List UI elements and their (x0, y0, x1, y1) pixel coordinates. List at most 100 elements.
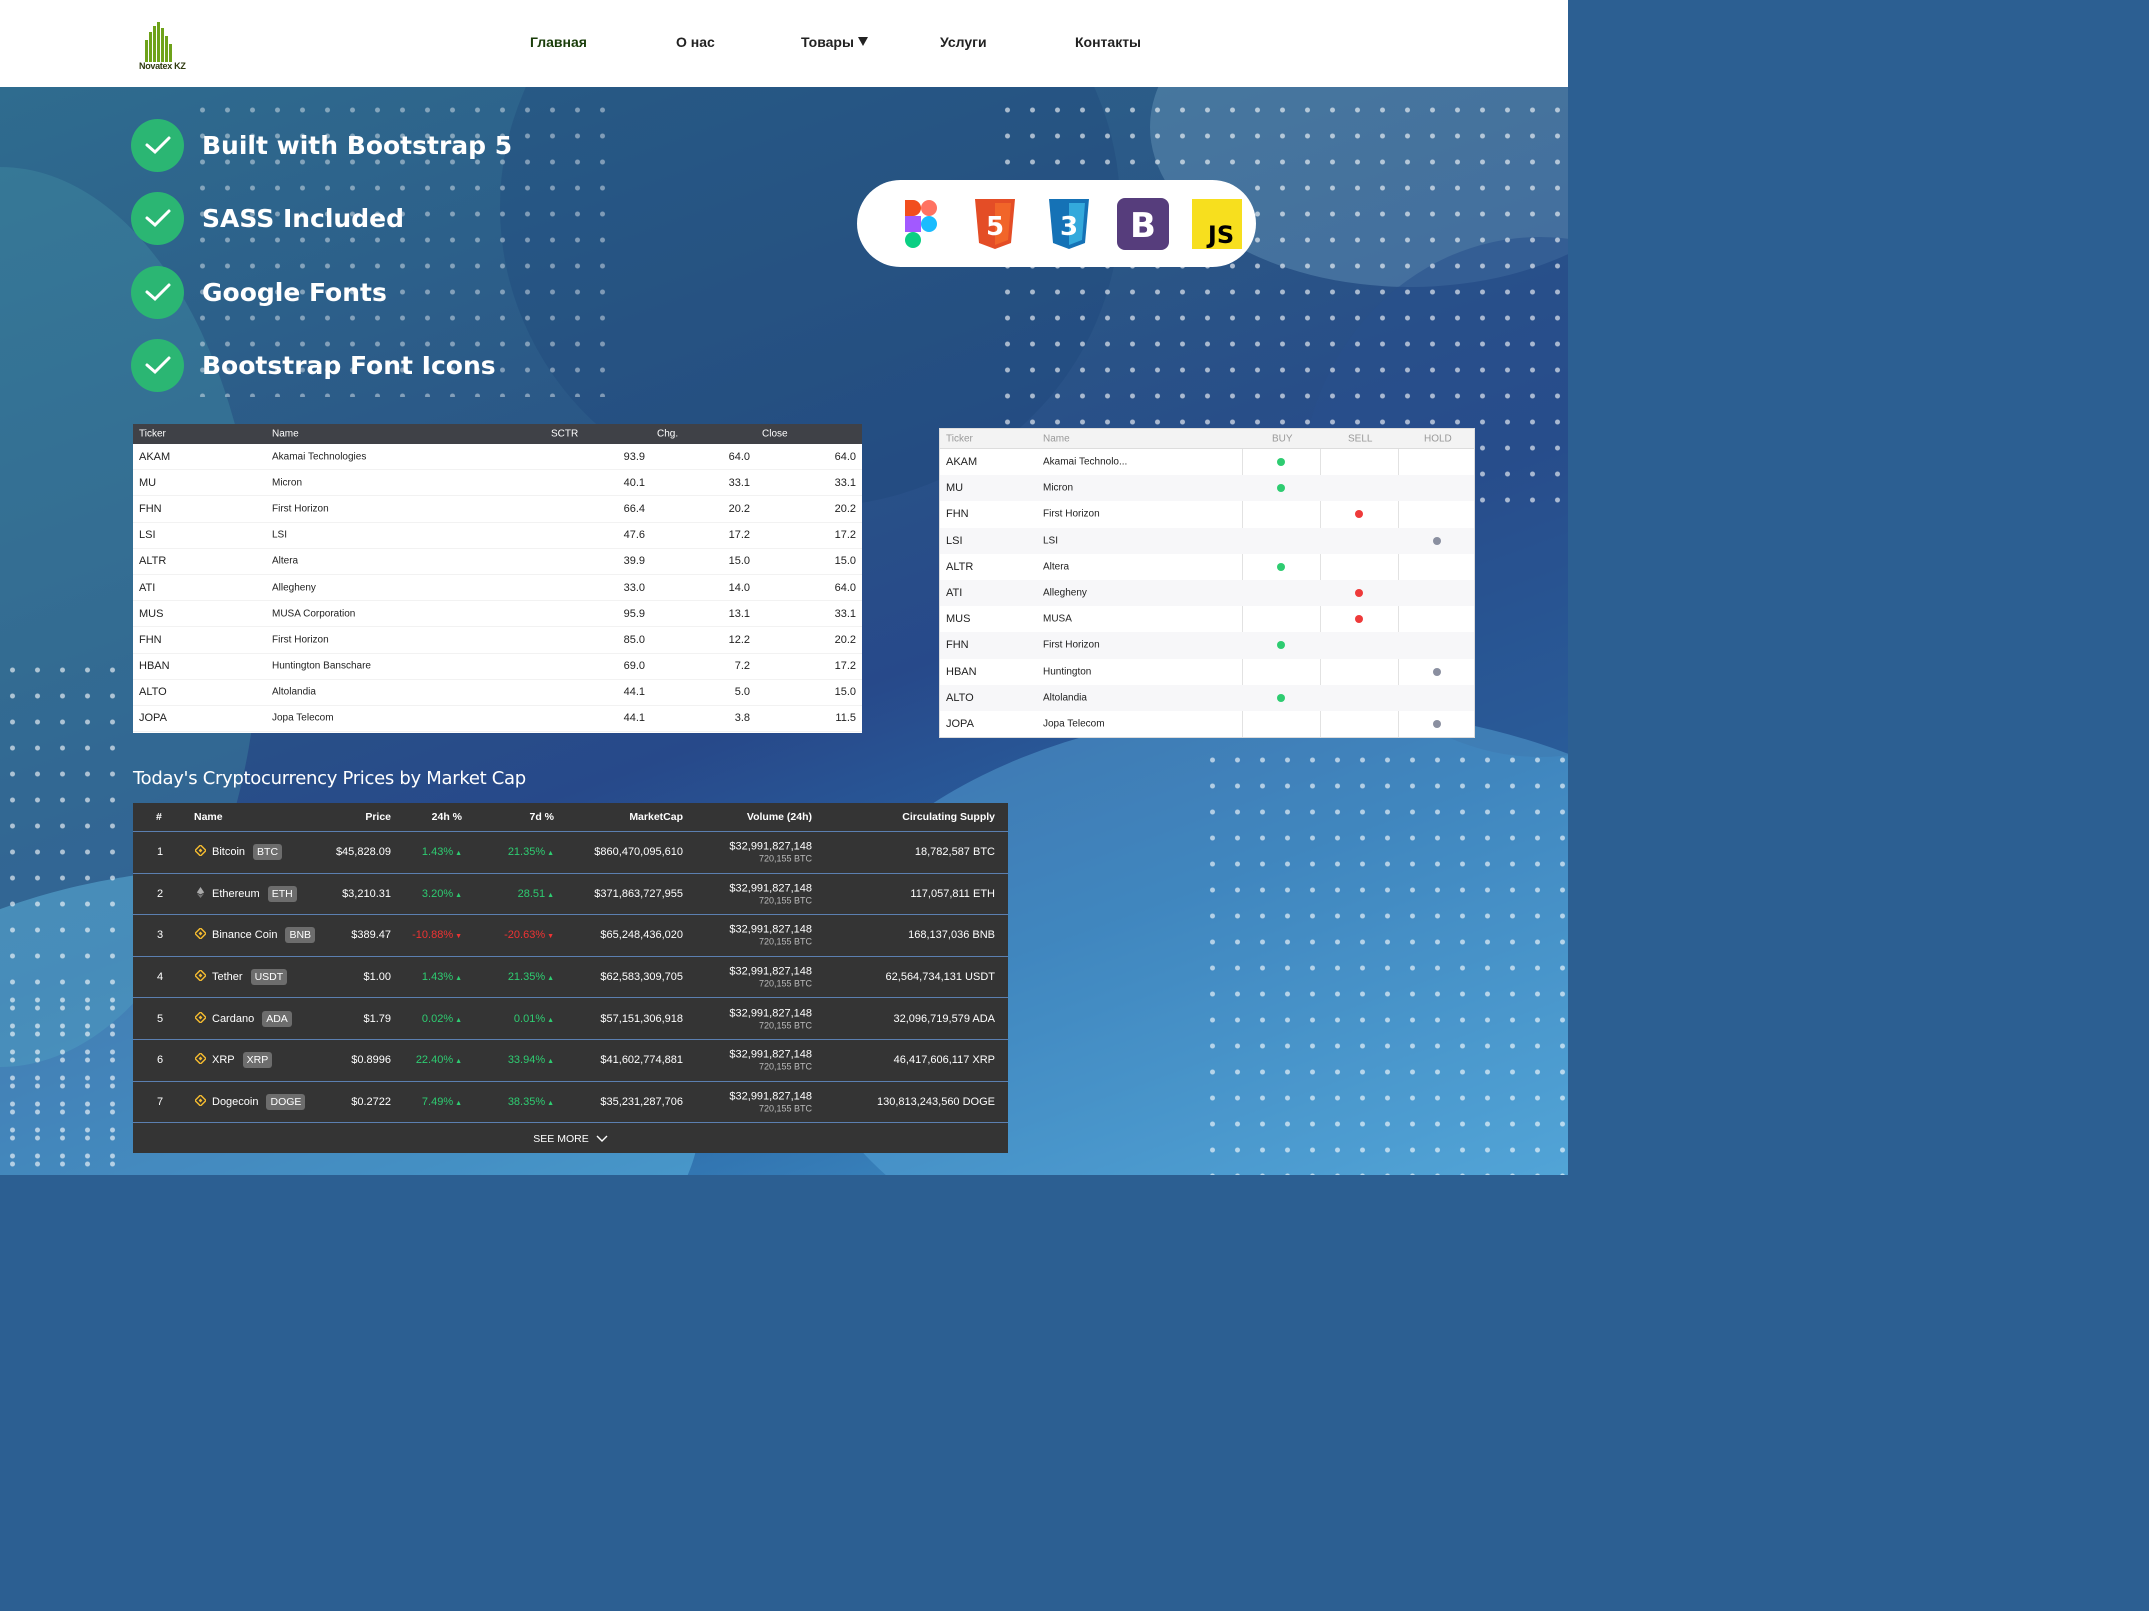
price-cell: $389.47 (351, 929, 391, 942)
col-supply[interactable]: Circulating Supply (902, 811, 995, 823)
col-ticker[interactable]: Ticker (946, 433, 973, 444)
crypto-row[interactable]: 2 Ethereum ETH $3,210.31 3.20% ▲ 28.51 ▲ $371,… (133, 874, 1008, 916)
table-row[interactable]: JOPA Jopa Telecom 44.1 3.8 11.5 (133, 706, 862, 733)
table-row[interactable]: MUS MUSA (940, 606, 1474, 632)
table-row[interactable]: FHN First Horizon (940, 632, 1474, 659)
table-row[interactable]: HBAN Huntington (940, 659, 1474, 685)
table-row[interactable]: MU Micron (940, 475, 1474, 502)
volume-usd: $32,991,827,148 (729, 923, 812, 936)
chg-cell: 17.2 (728, 529, 750, 542)
coin-name-cell[interactable]: Ethereum ETH (195, 885, 297, 902)
sctr-cell: 66.4 (623, 502, 645, 515)
crypto-row[interactable]: 4 Tether USDT $1.00 1.43% ▲ 21.35% ▲ $62,583,3… (133, 957, 1008, 999)
price-cell: $0.8996 (351, 1054, 391, 1067)
col-sell[interactable]: SELL (1348, 433, 1372, 444)
signal-table-header: Ticker Name BUY SELL HOLD (940, 429, 1474, 449)
crypto-row[interactable]: 7 Dogecoin DOGE $0.2722 7.49% ▲ 38.35% ▲ $35,2… (133, 1082, 1008, 1124)
crypto-row[interactable]: 5 Cardano ADA $1.79 0.02% ▲ 0.01% ▲ $57,151,30… (133, 998, 1008, 1040)
col-ticker[interactable]: Ticker (139, 429, 166, 440)
col-name[interactable]: Name (272, 429, 299, 440)
sctr-cell: 33.0 (623, 581, 645, 594)
nav-about[interactable]: О нас (676, 34, 715, 50)
col-marketcap[interactable]: MarketCap (629, 811, 683, 823)
nav-products[interactable]: Товары (801, 34, 868, 50)
signal-table: Ticker Name BUY SELL HOLD AKAM Akamai Tec… (939, 428, 1475, 738)
feature-label: SASS Included (202, 203, 404, 233)
table-row[interactable]: FHN First Horizon (940, 501, 1474, 527)
coin-name-cell[interactable]: Cardano ADA (195, 1010, 292, 1027)
css3-icon: 3 (1043, 198, 1095, 250)
crypto-row[interactable]: 3 Binance Coin BNB $389.47 -10.88% ▼ -20.63% … (133, 915, 1008, 957)
coin-name-cell[interactable]: Bitcoin BTC (195, 844, 283, 861)
table-row[interactable]: ATI Allegheny 33.0 14.0 64.0 (133, 575, 862, 602)
price-cell: $0.2722 (351, 1095, 391, 1108)
col-rank[interactable]: # (156, 811, 162, 823)
volume-usd: $32,991,827,148 (729, 1048, 812, 1061)
supply-cell: 62,564,734,131 USDT (885, 971, 995, 984)
coin-name-cell[interactable]: XRP XRP (195, 1052, 273, 1069)
marketcap-cell: $860,470,095,610 (594, 846, 683, 859)
rank-cell: 6 (157, 1054, 164, 1067)
coin-name-cell[interactable]: Binance Coin BNB (195, 927, 316, 944)
table-row[interactable]: ALTO Altolandia (940, 684, 1474, 711)
coin-name-cell[interactable]: Tether USDT (195, 969, 288, 986)
table-row[interactable]: ALTR Altera (940, 554, 1474, 580)
col-hold[interactable]: HOLD (1424, 433, 1452, 444)
coin-name: Tether (212, 971, 243, 984)
table-row[interactable]: JOPA Jopa Telecom (940, 711, 1474, 737)
rank-cell: 7 (157, 1095, 164, 1108)
volume-usd: $32,991,827,148 (729, 965, 812, 978)
crypto-row[interactable]: 6 XRP XRP $0.8996 22.40% ▲ 33.94% ▲ $41,602,77… (133, 1040, 1008, 1082)
table-row[interactable]: MU Micron 40.1 33.1 33.1 (133, 470, 862, 497)
crypto-row[interactable]: 1 Bitcoin BTC $45,828.09 1.43% ▲ 21.35% ▲ $860… (133, 832, 1008, 874)
change-24h-cell: -10.88% ▼ (412, 929, 462, 941)
table-row[interactable]: HBAN Huntington Banschare 69.0 7.2 17.2 (133, 654, 862, 680)
marketcap-cell: $371,863,727,955 (594, 887, 683, 900)
hold-signal-dot-icon (1433, 667, 1441, 676)
col-name[interactable]: Name (194, 811, 223, 823)
coin-name: Dogecoin (212, 1095, 259, 1108)
col-sctr[interactable]: SCTR (551, 429, 578, 440)
col-price[interactable]: Price (365, 811, 391, 823)
table-row[interactable]: LSI LSI 47.6 17.2 17.2 (133, 523, 862, 549)
chevron-down-icon (596, 1135, 608, 1142)
volume-usd: $32,991,827,148 (729, 1007, 812, 1020)
nav-contacts[interactable]: Контакты (1075, 34, 1141, 50)
chg-cell: 13.1 (728, 607, 750, 620)
volume-cell: $32,991,827,148 720,155 BTC (729, 1090, 812, 1113)
col-buy[interactable]: BUY (1272, 433, 1293, 444)
name-cell: Altera (272, 555, 299, 567)
change-24h-up-arrow-icon: ▲ (453, 1058, 462, 1066)
col-volume[interactable]: Volume (24h) (747, 811, 812, 823)
chg-cell: 7.2 (734, 660, 750, 673)
table-row[interactable]: AKAM Akamai Technologies 93.9 64.0 64.0 (133, 444, 862, 471)
coin-name-cell[interactable]: Dogecoin DOGE (195, 1093, 306, 1110)
col-close[interactable]: Close (762, 429, 788, 440)
price-cell: $45,828.09 (335, 846, 391, 859)
table-row[interactable]: ALTO Altolandia 44.1 5.0 15.0 (133, 680, 862, 706)
volume-cell: $32,991,827,148 720,155 BTC (729, 1049, 812, 1072)
table-row[interactable]: ALTR Altera 39.9 15.0 15.0 (133, 549, 862, 575)
nav-services[interactable]: Услуги (940, 34, 987, 50)
col-chg[interactable]: Chg. (657, 429, 678, 440)
table-row[interactable]: MUS MUSA Corporation 95.9 13.1 33.1 (133, 601, 862, 628)
col-7d[interactable]: 7d % (529, 811, 554, 823)
buy-signal-dot-icon (1277, 484, 1285, 493)
site-header: Novatex KZ Главная О нас Товары Услуги К… (0, 0, 1568, 87)
table-row[interactable]: ATI Allegheny (940, 579, 1474, 607)
change-24h-up-arrow-icon: ▲ (453, 891, 462, 899)
table-row[interactable]: FHN First Horizon 85.0 12.2 20.2 (133, 627, 862, 654)
change-24h-up-arrow-icon: ▲ (453, 1016, 462, 1024)
table-row[interactable]: FHN First Horizon 66.4 20.2 20.2 (133, 496, 862, 523)
col-name[interactable]: Name (1043, 433, 1070, 444)
see-more-button[interactable]: SEE MORE (133, 1124, 1008, 1153)
supply-cell: 46,417,606,117 XRP (893, 1054, 995, 1067)
name-cell: MUSA (1043, 613, 1072, 625)
nav-home[interactable]: Главная (530, 34, 587, 50)
price-cell: $1.00 (363, 971, 391, 984)
table-row[interactable]: LSI LSI (940, 527, 1474, 554)
close-cell: 64.0 (834, 450, 856, 463)
table-row[interactable]: AKAM Akamai Technolo... (940, 449, 1474, 475)
name-cell: Huntington (1043, 666, 1092, 678)
col-24h[interactable]: 24h % (432, 811, 462, 823)
